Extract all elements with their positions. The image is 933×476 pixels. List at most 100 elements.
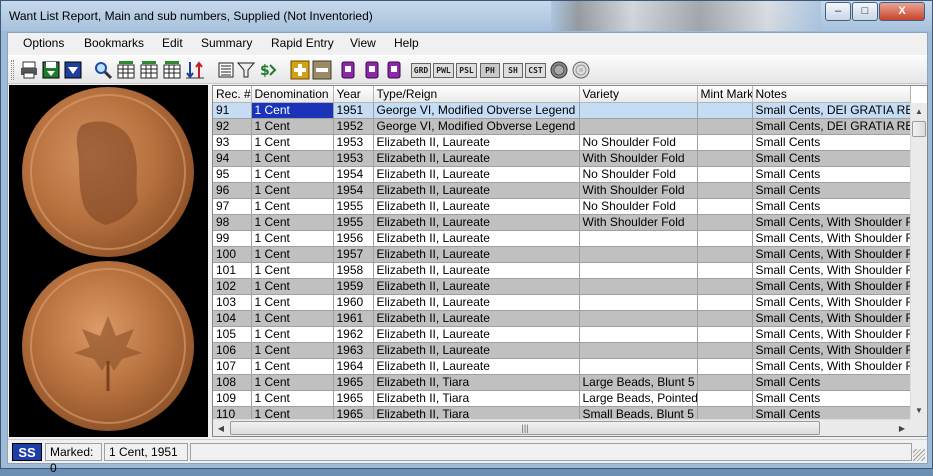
cell-variety[interactable]: With Shoulder Fold (579, 150, 698, 167)
cell-mint-mark[interactable] (697, 150, 753, 167)
report-psl-button[interactable]: PSL (456, 63, 477, 78)
column-header-denomination[interactable]: Denomination (251, 86, 334, 103)
cell-type-reign[interactable]: George VI, Modified Obverse Legend (373, 102, 580, 119)
cell-mint-mark[interactable] (697, 278, 753, 295)
cell-rec[interactable]: 93 (213, 134, 252, 151)
cell-variety[interactable] (579, 230, 698, 247)
cell-year[interactable]: 1965 (333, 390, 374, 407)
cell-notes[interactable]: Small Cents (752, 390, 911, 407)
cell-variety[interactable]: With Shoulder Fold (579, 214, 698, 231)
cell-type-reign[interactable]: Elizabeth II, Laureate (373, 262, 580, 279)
cell-mint-mark[interactable] (697, 310, 753, 327)
cell-rec[interactable]: 105 (213, 326, 252, 343)
cell-year[interactable]: 1953 (333, 134, 374, 151)
cell-mint-mark[interactable] (697, 294, 753, 311)
table-row[interactable]: 105 1 Cent 1962 Elizabeth II, Laureate Small… (213, 326, 911, 343)
cell-denomination[interactable]: 1 Cent (251, 358, 334, 375)
cell-rec[interactable]: 100 (213, 246, 252, 263)
table-row[interactable]: 100 1 Cent 1957 Elizabeth II, Laureate Small… (213, 246, 911, 263)
scroll-up-icon[interactable]: ▲ (911, 103, 927, 120)
cell-type-reign[interactable]: Elizabeth II, Laureate (373, 230, 580, 247)
cell-notes[interactable]: Small Cents, With Shoulder Fol (752, 262, 911, 279)
cell-type-reign[interactable]: Elizabeth II, Laureate (373, 150, 580, 167)
cell-mint-mark[interactable] (697, 134, 753, 151)
cell-denomination[interactable]: 1 Cent (251, 214, 334, 231)
cell-notes[interactable]: Small Cents (752, 198, 911, 215)
cell-rec[interactable]: 102 (213, 278, 252, 295)
cell-year[interactable]: 1957 (333, 246, 374, 263)
cell-year[interactable]: 1955 (333, 198, 374, 215)
report-ph-button[interactable]: PH (480, 63, 500, 78)
cell-mint-mark[interactable] (697, 374, 753, 391)
cell-type-reign[interactable]: Elizabeth II, Laureate (373, 214, 580, 231)
cell-denomination[interactable]: 1 Cent (251, 102, 334, 119)
bookmark-icon[interactable] (362, 60, 382, 80)
search-icon[interactable] (93, 60, 113, 80)
table-row[interactable]: 104 1 Cent 1961 Elizabeth II, Laureate Small… (213, 310, 911, 327)
table-row[interactable]: 96 1 Cent 1954 Elizabeth II, Laureate With S… (213, 182, 911, 199)
cell-denomination[interactable]: 1 Cent (251, 230, 334, 247)
table-row[interactable]: 103 1 Cent 1960 Elizabeth II, Laureate Small… (213, 294, 911, 311)
table-row[interactable]: 108 1 Cent 1965 Elizabeth II, Tiara Large Be… (213, 374, 911, 391)
cell-mint-mark[interactable] (697, 262, 753, 279)
cell-mint-mark[interactable] (697, 214, 753, 231)
cell-mint-mark[interactable] (697, 198, 753, 215)
cell-denomination[interactable]: 1 Cent (251, 118, 334, 135)
save-icon[interactable] (63, 60, 83, 80)
cell-rec[interactable]: 92 (213, 118, 252, 135)
cell-type-reign[interactable]: Elizabeth II, Laureate (373, 198, 580, 215)
cell-type-reign[interactable]: Elizabeth II, Laureate (373, 134, 580, 151)
cell-notes[interactable]: Small Cents, With Shoulder Fol (752, 214, 911, 231)
want-list-grid[interactable]: Rec. # Denomination Year Type/Reign Vari… (212, 85, 928, 437)
cell-rec[interactable]: 104 (213, 310, 252, 327)
report-sh-button[interactable]: SH (503, 63, 523, 78)
cell-rec[interactable]: 101 (213, 262, 252, 279)
cell-type-reign[interactable]: Elizabeth II, Laureate (373, 246, 580, 263)
table-row[interactable]: 94 1 Cent 1953 Elizabeth II, Laureate With S… (213, 150, 911, 167)
cell-variety[interactable]: Large Beads, Blunt 5 (579, 374, 698, 391)
cell-denomination[interactable]: 1 Cent (251, 294, 334, 311)
remove-icon[interactable] (312, 60, 332, 80)
menu-options[interactable]: Options (23, 36, 64, 50)
cell-notes[interactable]: Small Cents (752, 150, 911, 167)
column-header-type-reign[interactable]: Type/Reign (373, 86, 580, 103)
cell-type-reign[interactable]: Elizabeth II, Laureate (373, 358, 580, 375)
cell-notes[interactable]: Small Cents, With Shoulder Fol (752, 230, 911, 247)
disc-icon[interactable] (571, 60, 591, 80)
toolbar-grip[interactable] (11, 60, 14, 80)
cell-notes[interactable]: Small Cents (752, 166, 911, 183)
cell-type-reign[interactable]: George VI, Modified Obverse Legend (373, 118, 580, 135)
add-icon[interactable] (290, 60, 310, 80)
menu-edit[interactable]: Edit (162, 36, 183, 50)
cell-denomination[interactable]: 1 Cent (251, 134, 334, 151)
vertical-scrollbar[interactable]: ▲ ▼ (910, 103, 927, 419)
cell-year[interactable]: 1965 (333, 374, 374, 391)
column-header-variety[interactable]: Variety (579, 86, 698, 103)
cell-year[interactable]: 1961 (333, 310, 374, 327)
cell-rec[interactable]: 99 (213, 230, 252, 247)
cell-mint-mark[interactable] (697, 390, 753, 407)
cell-year[interactable]: 1962 (333, 326, 374, 343)
cell-variety[interactable] (579, 118, 698, 135)
cell-variety[interactable] (579, 310, 698, 327)
cell-type-reign[interactable]: Elizabeth II, Tiara (373, 390, 580, 407)
scroll-left-icon[interactable]: ◀ (213, 420, 229, 436)
menu-view[interactable]: View (350, 36, 376, 50)
horizontal-scrollbar[interactable]: ◀ ||| ▶ (213, 419, 910, 436)
menu-bookmarks[interactable]: Bookmarks (84, 36, 144, 50)
close-button[interactable]: X (879, 2, 925, 21)
cell-notes[interactable]: Small Cents, DEI GRATIA REX (752, 102, 911, 119)
cell-mint-mark[interactable] (697, 166, 753, 183)
cell-variety[interactable]: With Shoulder Fold (579, 182, 698, 199)
cell-rec[interactable]: 103 (213, 294, 252, 311)
cell-denomination[interactable]: 1 Cent (251, 342, 334, 359)
cell-rec[interactable]: 98 (213, 214, 252, 231)
cell-variety[interactable]: Large Beads, Pointed 5 (579, 390, 698, 407)
cell-rec[interactable]: 97 (213, 198, 252, 215)
cell-year[interactable]: 1951 (333, 102, 374, 119)
cell-variety[interactable]: No Shoulder Fold (579, 198, 698, 215)
scroll-down-icon[interactable]: ▼ (911, 402, 927, 419)
cell-variety[interactable] (579, 358, 698, 375)
cell-year[interactable]: 1952 (333, 118, 374, 135)
report-cst-button[interactable]: CST (525, 63, 546, 78)
